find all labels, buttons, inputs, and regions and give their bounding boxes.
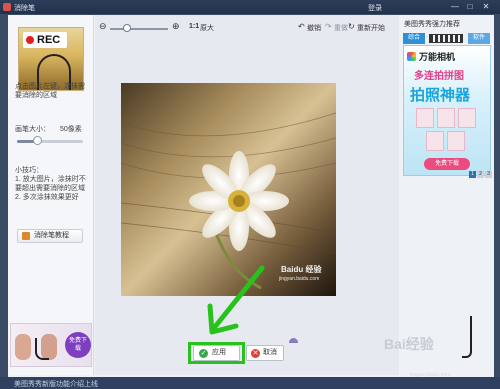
ad-download-badge[interactable]: 免费下载 (65, 332, 91, 358)
tab-software[interactable]: 软件 (468, 33, 491, 44)
title-bar: 消除笔 登录 — □ ✕ (0, 0, 500, 14)
zoom-out-icon[interactable]: ⊖ (99, 21, 107, 32)
login-link[interactable]: 登录 (368, 3, 382, 13)
ad-bracket-mark (35, 338, 49, 360)
tips-list: 小技巧： 1. 放大图片，涂抹时不要超出需要消除的区域 2. 多次涂抹效果更好 (15, 166, 89, 202)
restart-icon[interactable]: ↻ (348, 22, 355, 31)
bottom-status-bar: 美图秀秀新版功能介绍上线 (0, 377, 500, 389)
ad-brand: 万能相机 (419, 52, 456, 62)
redo-button[interactable]: 重做 (334, 23, 348, 33)
ad-photo-5 (447, 131, 465, 151)
ad-face-photo-1 (15, 334, 31, 360)
purple-marker (289, 338, 298, 343)
corner-bracket-mark (462, 316, 472, 358)
redo-icon[interactable]: ↷ (325, 22, 332, 31)
app-icon (3, 3, 11, 11)
brush-size-label: 画笔大小： (15, 126, 50, 133)
zoom-slider-knob[interactable] (123, 24, 131, 32)
ad-photo-4 (426, 131, 444, 151)
apply-highlight-box (188, 342, 245, 364)
minimize-button[interactable]: — (448, 2, 462, 12)
baidu-corner-url: jingyan.baidu.com (410, 372, 451, 378)
cancel-button[interactable]: ✕ 取消 (246, 345, 284, 361)
tutorial-book-icon (22, 232, 30, 240)
record-dot-icon (26, 36, 34, 44)
pager-page-1[interactable]: 1 (469, 171, 476, 178)
usage-hint: 点击图片左键，涂抹需要消除的区域 (15, 83, 85, 99)
photo-watermark-url: jingyan.baidu.com (279, 276, 320, 282)
ad-free-download-button[interactable]: 免费下载 (424, 158, 470, 170)
pager-page-2[interactable]: 2 (477, 171, 484, 178)
undo-button[interactable]: 撤销 (307, 23, 321, 33)
battery-icon (429, 34, 463, 43)
zoom-in-icon[interactable]: ⊕ (172, 21, 180, 32)
tip-1: 1. 放大图片，涂抹时不要超出需要消除的区域 (15, 176, 86, 192)
green-arrow-annotation (207, 265, 265, 335)
zoom-slider[interactable] (110, 28, 168, 30)
undo-icon[interactable]: ↶ (298, 22, 305, 31)
baidu-corner-watermark: Bai经验 (384, 336, 434, 352)
bottom-status-note: 美图秀秀新版功能介绍上线 (14, 381, 98, 388)
tutorial-button-label: 消除笔教程 (34, 232, 69, 239)
ad-photo-3 (458, 108, 476, 128)
photo-watermark: Baidu 经验 (281, 265, 322, 274)
tutorial-button[interactable]: 消除笔教程 (17, 229, 83, 243)
maximize-button[interactable]: □ (463, 2, 477, 12)
tab-general[interactable]: 综合 (403, 33, 426, 44)
close-icon: ✕ (251, 349, 260, 358)
zoom-original-label[interactable]: 原大 (200, 23, 214, 33)
close-button[interactable]: ✕ (479, 2, 493, 12)
right-ad-banner[interactable]: 万能相机 多连拍拼图 拍照神器 免费下载 (403, 45, 491, 176)
restart-button[interactable]: 重新开始 (357, 23, 385, 33)
tips-title: 小技巧： (15, 167, 43, 174)
tip-2: 2. 多次涂抹效果更好 (15, 194, 79, 201)
pager-page-3[interactable]: 3 (485, 171, 492, 178)
cancel-button-label: 取消 (263, 349, 277, 356)
ad-headline-1: 多连拍拼图 (414, 71, 464, 82)
brush-size-knob[interactable] (33, 136, 42, 145)
recommend-header: 美图秀秀强力推荐 (404, 21, 460, 28)
ad-pager: 123 (469, 170, 492, 178)
left-ad-banner[interactable]: 免费下载 (10, 323, 92, 367)
zoom-ratio[interactable]: 1:1 (189, 23, 199, 30)
camera-app-icon (407, 52, 416, 61)
brush-size-slider[interactable] (17, 140, 83, 143)
ad-headline-2: 拍照神器 (410, 87, 471, 104)
ad-photo-2 (437, 108, 455, 128)
window-title: 消除笔 (14, 5, 35, 12)
ad-photo-1 (416, 108, 434, 128)
brush-size-value: 50像素 (60, 126, 82, 133)
